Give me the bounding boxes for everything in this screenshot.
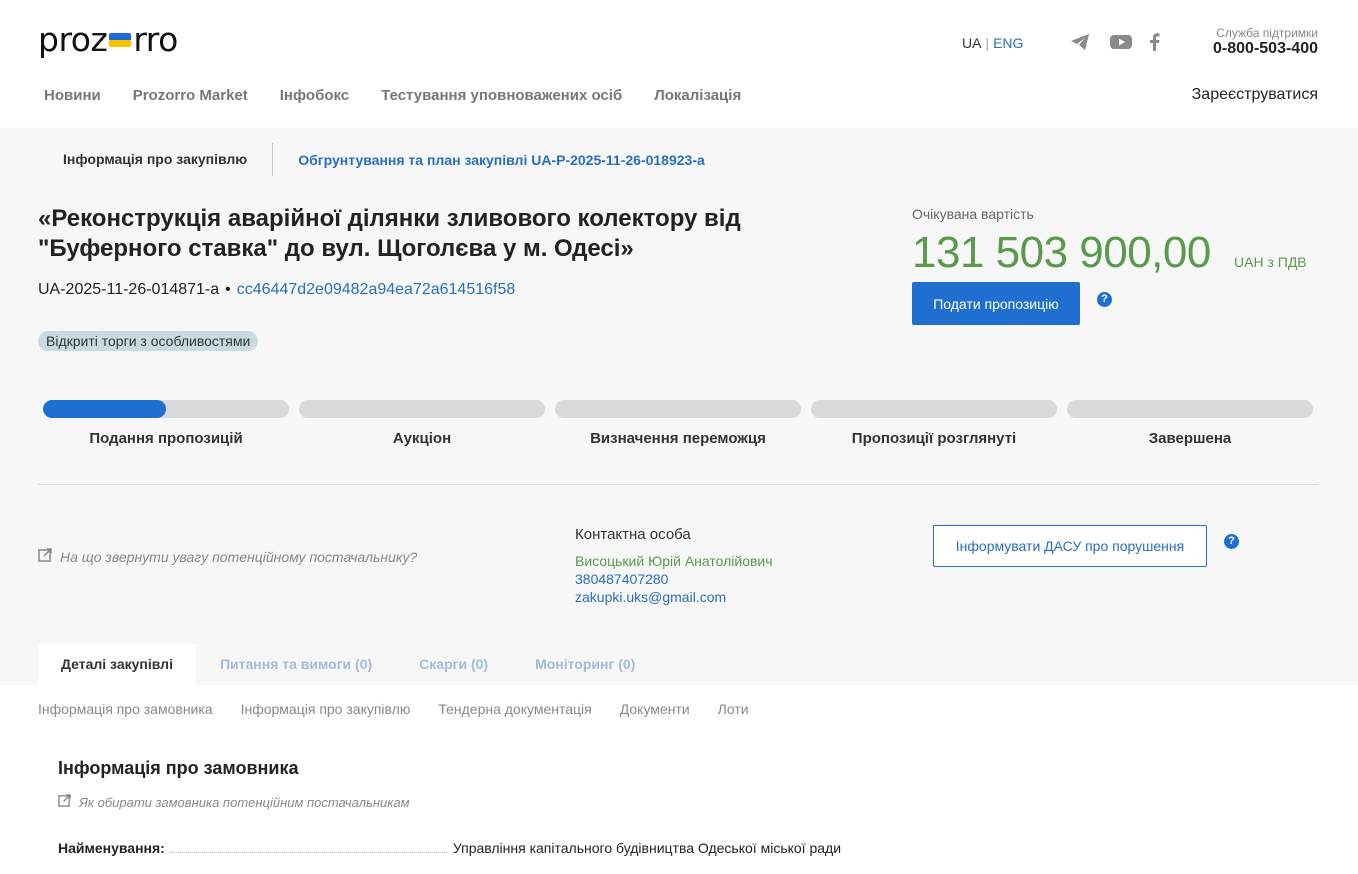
stage-winner: Визначення переможця xyxy=(555,400,801,447)
tab-complaints[interactable]: Скарги (0) xyxy=(396,644,511,685)
contact-name: Висоцький Юрій Анатолійович xyxy=(575,553,773,569)
tender-hash-link[interactable]: cc46447d2e09482a94ea72a614516f58 xyxy=(237,281,516,298)
stage-completed: Завершена xyxy=(1067,400,1313,447)
breadcrumb: Інформація про закупівлю Обгрунтування т… xyxy=(38,143,730,176)
support-phone[interactable]: 0-800-503-400 xyxy=(1213,40,1318,58)
stage-submission: Подання пропозицій xyxy=(43,400,289,447)
help-icon[interactable]: ? xyxy=(1224,534,1239,549)
nav-item-testing[interactable]: Тестування уповноважених осіб xyxy=(381,87,622,104)
tender-tabs: Деталі закупівлі Питання та вимоги (0) С… xyxy=(38,644,659,685)
nav-item-news[interactable]: Новини xyxy=(44,87,101,104)
tab-details[interactable]: Деталі закупівлі xyxy=(38,644,196,685)
details-subnav: Інформація про замовника Інформація про … xyxy=(38,701,749,717)
id-separator: • xyxy=(225,281,231,298)
external-link-icon xyxy=(38,548,52,565)
procedure-type-badge: Відкриті торги з особливостями xyxy=(38,331,259,351)
facebook-icon[interactable] xyxy=(1149,33,1161,51)
stage-bar xyxy=(299,400,545,418)
logo-text-left: proz xyxy=(38,20,108,59)
customer-name-value: Управління капітального будівництва Одес… xyxy=(452,840,842,856)
lang-eng[interactable]: ENG xyxy=(993,35,1023,51)
report-dasu-button[interactable]: Інформувати ДАСУ про порушення xyxy=(933,525,1207,567)
ukraine-flag-icon xyxy=(109,32,132,47)
main-nav: Новини Prozorro Market Інфобокс Тестуван… xyxy=(44,87,741,104)
supplier-hint-link[interactable]: На що звернути увагу потенційному постач… xyxy=(38,548,417,565)
external-link-icon xyxy=(58,794,71,810)
dotted-leader xyxy=(168,852,447,853)
tab-monitoring[interactable]: Моніторинг (0) xyxy=(512,644,658,685)
tender-id: UA-2025-11-26-014871-a xyxy=(38,281,220,298)
breadcrumb-info[interactable]: Інформація про закупівлю xyxy=(38,143,274,176)
help-icon[interactable]: ? xyxy=(1097,292,1112,307)
submit-bid-button[interactable]: Подати пропозицію xyxy=(912,282,1080,325)
stage-label: Визначення переможця xyxy=(590,430,766,447)
contact-person: Контактна особа Висоцький Юрій Анатолійо… xyxy=(575,526,773,606)
subnav-documents[interactable]: Документи xyxy=(620,701,690,717)
stage-label: Пропозиції розглянуті xyxy=(851,430,1017,447)
logo-text-right: rro xyxy=(133,20,178,59)
youtube-icon[interactable] xyxy=(1110,33,1132,51)
customer-hint-link[interactable]: Як обирати замовника потенційним постача… xyxy=(58,794,410,810)
nav-item-localization[interactable]: Локалізація xyxy=(654,87,741,104)
subnav-tender-docs[interactable]: Тендерна документація xyxy=(438,701,591,717)
subnav-customer[interactable]: Інформація про замовника xyxy=(38,701,213,717)
nav-item-market[interactable]: Prozorro Market xyxy=(133,87,248,104)
tab-questions[interactable]: Питання та вимоги (0) xyxy=(197,644,395,685)
contact-phone[interactable]: 380487407280 xyxy=(575,570,773,588)
lang-ua[interactable]: UA xyxy=(962,35,981,51)
stage-fill xyxy=(43,400,166,418)
expected-value-label: Очікувана вартість xyxy=(912,206,1034,222)
telegram-icon[interactable] xyxy=(1070,33,1090,51)
support-label: Служба підтримки xyxy=(1216,26,1318,40)
support-block: Служба підтримки 0-800-503-400 xyxy=(1213,26,1318,58)
contact-heading: Контактна особа xyxy=(575,526,691,543)
prozorro-logo[interactable]: proz rro xyxy=(38,20,178,59)
language-switcher: UA | ENG xyxy=(962,35,1024,51)
stage-auction: Аукціон xyxy=(299,400,545,447)
stage-label: Завершена xyxy=(1148,430,1232,447)
customer-hint-text: Як обирати замовника потенційним постача… xyxy=(79,794,410,810)
contact-email[interactable]: zakupki.uks@gmail.com xyxy=(575,588,773,606)
stage-label: Аукціон xyxy=(392,430,452,447)
stage-reviewed: Пропозиції розглянуті xyxy=(811,400,1057,447)
nav-item-infobox[interactable]: Інфобокс xyxy=(280,87,349,104)
stage-label: Подання пропозицій xyxy=(89,430,243,447)
customer-section-title: Інформація про замовника xyxy=(58,758,299,778)
tender-title: «Реконструкція аварійної ділянки зливово… xyxy=(38,205,741,262)
customer-name-label: Найменування: xyxy=(58,840,165,856)
register-link[interactable]: Зареєструватися xyxy=(1192,86,1318,104)
expected-amount: 131 503 900,00 xyxy=(912,228,1211,277)
stage-bar xyxy=(811,400,1057,418)
subnav-procurement[interactable]: Інформація про закупівлю xyxy=(241,701,411,717)
subnav-lots[interactable]: Лоти xyxy=(718,701,749,717)
currency-label: UAH з ПДВ xyxy=(1234,254,1307,270)
supplier-hint-text: На що звернути увагу потенційному постач… xyxy=(60,548,418,565)
stage-bar xyxy=(1067,400,1313,418)
stage-bar xyxy=(555,400,801,418)
breadcrumb-plan-link[interactable]: Обгрунтування та план закупівлі UA-P-202… xyxy=(273,152,730,168)
divider xyxy=(38,484,1318,485)
stage-bar xyxy=(43,400,289,418)
customer-name-row: Найменування: Управління капітального бу… xyxy=(58,840,928,856)
tender-ids: UA-2025-11-26-014871-a • cc46447d2e09482a9… xyxy=(38,281,515,299)
